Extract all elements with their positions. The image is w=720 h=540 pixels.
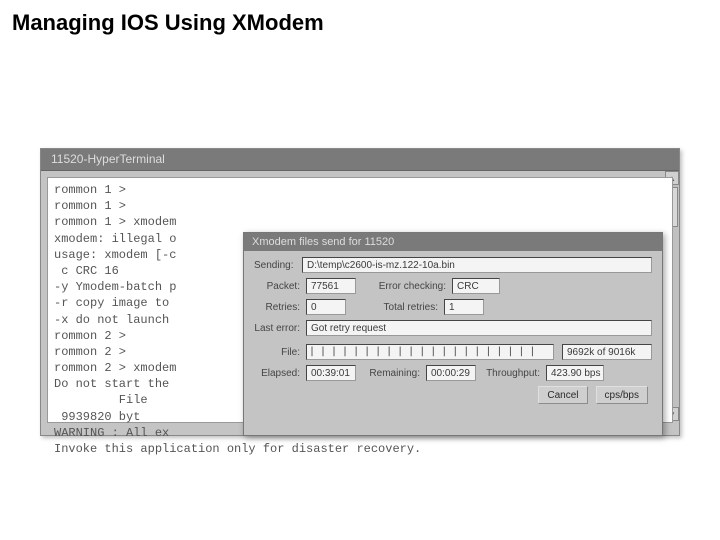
label-throughput: Throughput: [484,368,546,379]
label-sending: Sending: [254,260,302,271]
field-packet: 77561 [306,278,356,294]
dialog-title: Xmodem files send for 11520 [244,233,662,251]
field-retries: 0 [306,299,346,315]
field-error-checking: CRC [452,278,500,294]
field-total-retries: 1 [444,299,484,315]
field-elapsed: 00:39:01 [306,365,356,381]
hyperterminal-window: 11520-HyperTerminal ▲ ▼ rommon 1 > rommo… [40,148,680,436]
titlebar: 11520-HyperTerminal [41,149,679,171]
label-elapsed: Elapsed: [254,368,306,379]
label-error-checking: Error checking: [372,281,452,292]
field-remaining: 00:00:29 [426,365,476,381]
progress-bar: ||||||||||||||||||||| [306,344,554,360]
progress-marks: ||||||||||||||||||||| [309,346,540,357]
cpsbps-button[interactable]: cps/bps [596,386,648,404]
xmodem-send-dialog: Xmodem files send for 11520 Sending: D:\… [243,232,663,436]
field-sending: D:\temp\c2600-is-mz.122-10a.bin [302,257,652,273]
field-last-error: Got retry request [306,320,652,336]
label-retries: Retries: [254,302,306,313]
terminal-pane: rommon 1 > rommon 1 > rommon 1 > xmodem … [47,177,673,423]
page-title: Managing IOS Using XModem [0,0,720,46]
cancel-button[interactable]: Cancel [538,386,587,404]
field-file-status: 9692k of 9016k [562,344,652,360]
label-file: File: [254,347,306,358]
field-throughput: 423.90 bps [546,365,604,381]
label-remaining: Remaining: [364,368,426,379]
label-total-retries: Total retries: [364,302,444,313]
label-last-error: Last error: [254,323,306,334]
label-packet: Packet: [254,281,306,292]
